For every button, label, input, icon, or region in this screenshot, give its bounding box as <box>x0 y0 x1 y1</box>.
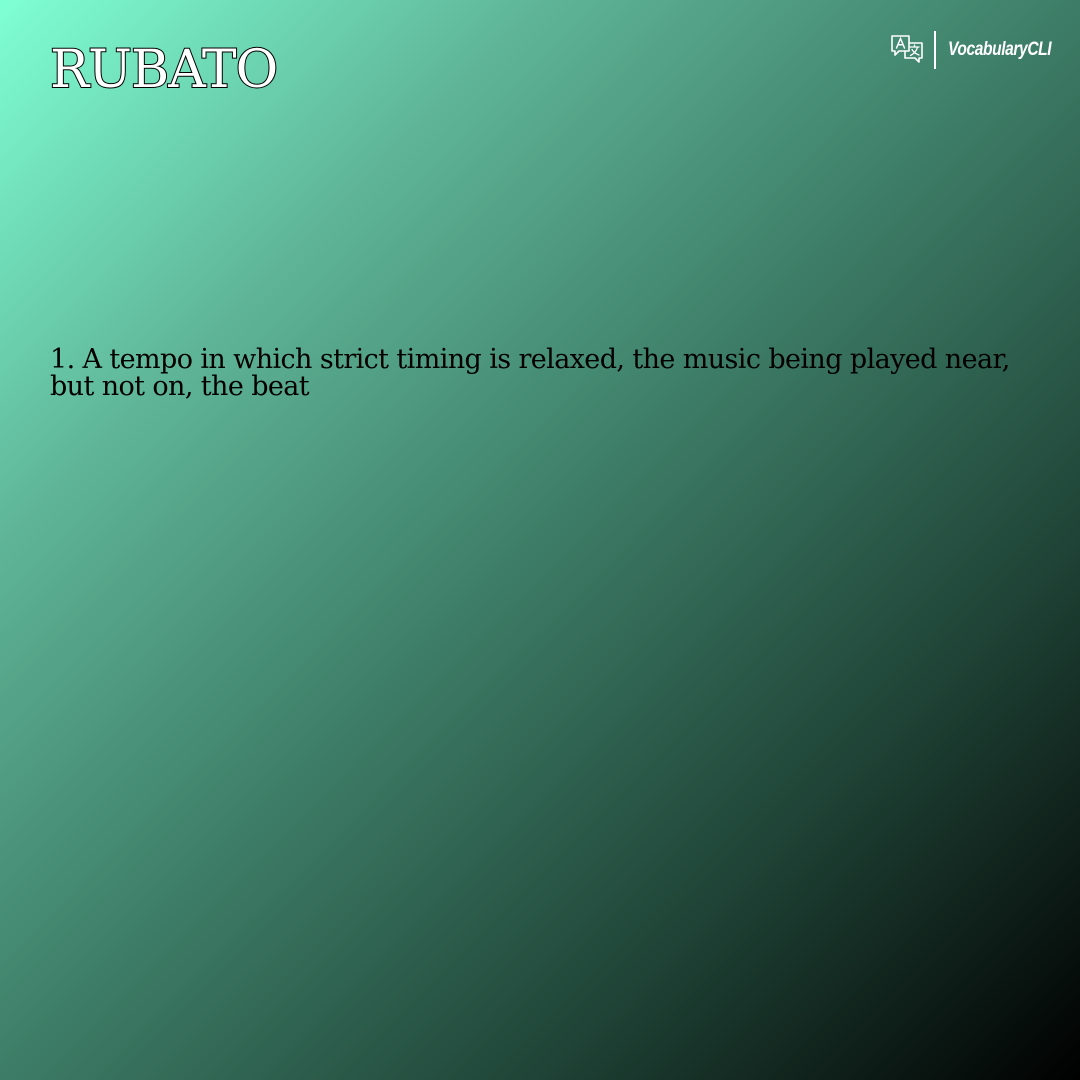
translate-icon <box>891 35 923 63</box>
vocabulary-card: RUBATO VocabularyCLI 1. A tempo in which… <box>0 0 1080 1080</box>
brand-name: VocabularyCLI <box>948 39 1052 60</box>
definition-text: 1. A tempo in which strict timing is rel… <box>50 344 1010 402</box>
brand-logo: VocabularyCLI <box>890 30 1054 70</box>
word-title: RUBATO <box>49 40 279 100</box>
brand-divider <box>934 31 937 69</box>
